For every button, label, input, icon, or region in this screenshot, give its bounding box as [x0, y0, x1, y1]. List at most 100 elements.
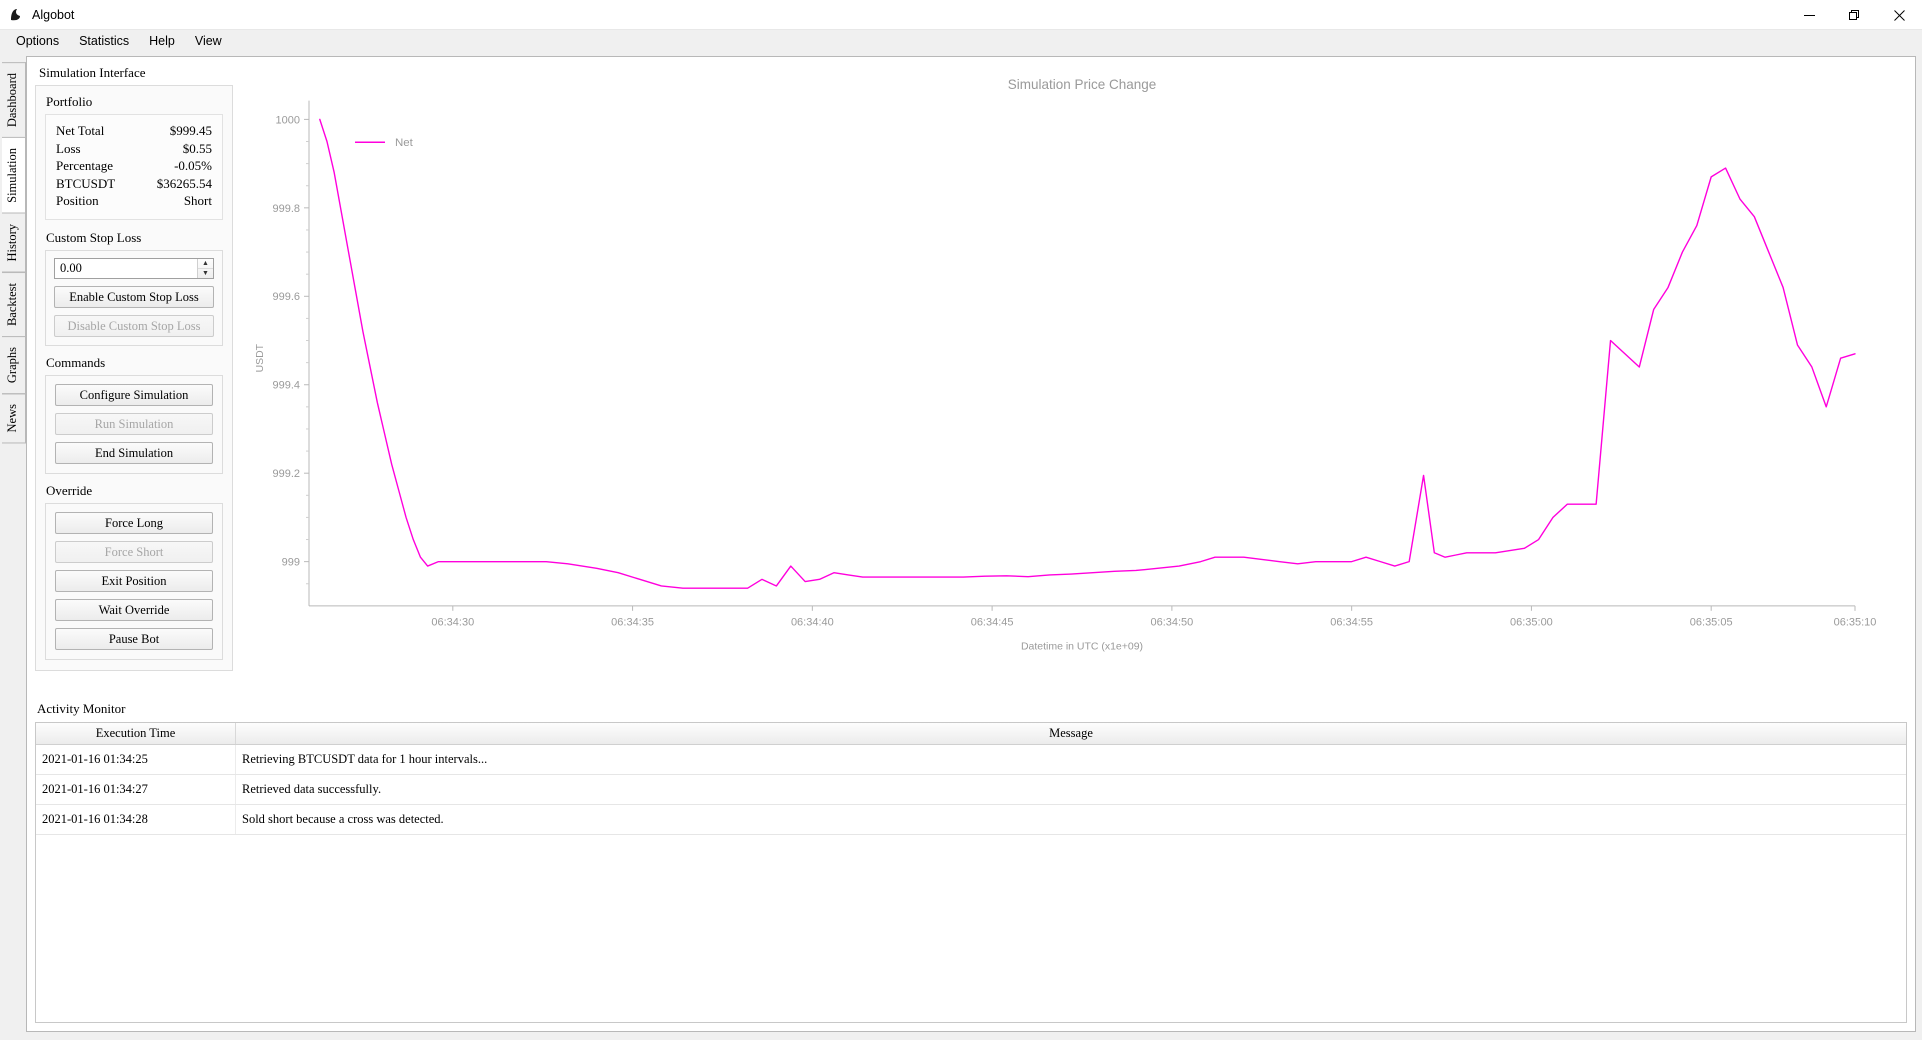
x-axis-label: Datetime in UTC (x1e+09): [1021, 641, 1143, 652]
enable-custom-stop-loss-button[interactable]: Enable Custom Stop Loss: [54, 286, 214, 308]
y-tick-label: 999.6: [272, 291, 300, 303]
simulation-interface-panel: Portfolio Net Total $999.45 Loss $0.55 P…: [35, 85, 233, 671]
simulation-price-chart[interactable]: Simulation Price Change 999 999.2 999.4 999.…: [247, 63, 1907, 697]
portfolio-row-position: Position Short: [56, 192, 212, 210]
legend-label: Net: [395, 137, 414, 149]
minimize-button[interactable]: [1787, 0, 1832, 30]
column-header-message[interactable]: Message: [236, 723, 1906, 744]
exit-position-button[interactable]: Exit Position: [55, 570, 213, 592]
y-axis-label: USDT: [255, 343, 266, 372]
stepper-up-icon[interactable]: ▲: [198, 259, 213, 269]
x-tick-label: 06:34:35: [611, 617, 654, 629]
disable-custom-stop-loss-button[interactable]: Disable Custom Stop Loss: [54, 315, 214, 337]
activity-table-body: 2021-01-16 01:34:25 Retrieving BTCUSDT d…: [36, 745, 1906, 1022]
portfolio-row-percentage: Percentage -0.05%: [56, 157, 212, 175]
portfolio-value-net-total: $999.45: [170, 122, 212, 140]
pause-bot-button[interactable]: Pause Bot: [55, 628, 213, 650]
portfolio-row-loss: Loss $0.55: [56, 140, 212, 158]
y-tick-label: 999.4: [272, 380, 300, 392]
run-simulation-button[interactable]: Run Simulation: [55, 413, 213, 435]
x-tick-label: 06:34:45: [971, 617, 1014, 629]
menu-help[interactable]: Help: [139, 32, 185, 50]
cell-message: Sold short because a cross was detected.: [236, 805, 1906, 834]
activity-monitor-title: Activity Monitor: [37, 701, 1907, 717]
chart-canvas[interactable]: Simulation Price Change 999 999.2 999.4 999.…: [247, 63, 1907, 697]
sidebar-item-backtest[interactable]: Backtest: [2, 272, 26, 337]
portfolio-value-loss: $0.55: [183, 140, 212, 158]
main-area: Dashboard Simulation History Backtest Gr…: [0, 52, 1922, 1040]
column-header-execution-time[interactable]: Execution Time: [36, 723, 236, 744]
portfolio-title: Portfolio: [45, 94, 223, 110]
custom-stop-loss-title: Custom Stop Loss: [45, 230, 223, 246]
simulation-interface-title: Simulation Interface: [39, 65, 241, 81]
y-tick-label: 1000: [276, 114, 300, 126]
content-upper: Simulation Interface Portfolio Net Total…: [27, 57, 1915, 697]
stepper-down-icon[interactable]: ▼: [198, 269, 213, 278]
portfolio-value-percentage: -0.05%: [174, 157, 212, 175]
override-title: Override: [45, 483, 223, 499]
cell-message: Retrieved data successfully.: [236, 775, 1906, 804]
wait-override-button[interactable]: Wait Override: [55, 599, 213, 621]
simulation-tab-panel: Simulation Interface Portfolio Net Total…: [26, 56, 1916, 1032]
table-row[interactable]: 2021-01-16 01:34:27 Retrieved data succe…: [36, 775, 1906, 805]
sidebar-item-history[interactable]: History: [2, 213, 26, 273]
cell-execution-time: 2021-01-16 01:34:28: [36, 805, 236, 834]
close-button[interactable]: [1877, 0, 1922, 30]
x-tick-label: 06:35:10: [1834, 617, 1877, 629]
configure-simulation-button[interactable]: Configure Simulation: [55, 384, 213, 406]
activity-table-header: Execution Time Message: [36, 723, 1906, 745]
force-long-button[interactable]: Force Long: [55, 512, 213, 534]
menu-statistics[interactable]: Statistics: [69, 32, 139, 50]
menu-bar: Options Statistics Help View: [0, 30, 1922, 52]
title-bar: Algobot: [0, 0, 1922, 30]
x-tick-label: 06:35:05: [1690, 617, 1733, 629]
custom-stop-loss-stepper[interactable]: 0.00 ▲ ▼: [54, 258, 214, 279]
y-tick-label: 999: [282, 557, 300, 569]
cell-execution-time: 2021-01-16 01:34:25: [36, 745, 236, 774]
sidebar-item-dashboard[interactable]: Dashboard: [2, 62, 26, 138]
table-row[interactable]: 2021-01-16 01:34:28 Sold short because a…: [36, 805, 1906, 835]
force-short-button[interactable]: Force Short: [55, 541, 213, 563]
activity-monitor-table: Execution Time Message 2021-01-16 01:34:…: [35, 722, 1907, 1023]
series-line-net: [320, 119, 1855, 588]
maximize-restore-button[interactable]: [1832, 0, 1877, 30]
y-tick-label: 999.2: [272, 468, 300, 480]
table-row[interactable]: 2021-01-16 01:34:25 Retrieving BTCUSDT d…: [36, 745, 1906, 775]
cell-execution-time: 2021-01-16 01:34:27: [36, 775, 236, 804]
sidebar-item-graphs[interactable]: Graphs: [2, 336, 26, 394]
commands-title: Commands: [45, 355, 223, 371]
portfolio-value-btcusdt: $36265.54: [157, 175, 212, 193]
sidebar-item-simulation[interactable]: Simulation: [2, 137, 26, 214]
y-tick-label: 999.8: [272, 203, 300, 215]
end-simulation-button[interactable]: End Simulation: [55, 442, 213, 464]
sidebar-item-news[interactable]: News: [2, 393, 26, 443]
simulation-interface-column: Simulation Interface Portfolio Net Total…: [35, 63, 241, 697]
cell-message: Retrieving BTCUSDT data for 1 hour inter…: [236, 745, 1906, 774]
portfolio-value-position: Short: [184, 192, 212, 210]
portfolio-label-btcusdt: BTCUSDT: [56, 175, 115, 193]
portfolio-label-position: Position: [56, 192, 99, 210]
custom-stop-loss-input[interactable]: 0.00: [55, 259, 197, 278]
portfolio-row-btcusdt: BTCUSDT $36265.54: [56, 175, 212, 193]
portfolio-label-percentage: Percentage: [56, 157, 113, 175]
x-tick-label: 06:34:40: [791, 617, 834, 629]
app-logo-icon: [8, 7, 24, 23]
portfolio-label-loss: Loss: [56, 140, 81, 158]
override-box: Force Long Force Short Exit Position Wai…: [45, 503, 223, 660]
portfolio-label-net-total: Net Total: [56, 122, 104, 140]
x-tick-label: 06:35:00: [1510, 617, 1553, 629]
x-tick-label: 06:34:30: [431, 617, 474, 629]
window-title: Algobot: [32, 8, 74, 22]
menu-view[interactable]: View: [185, 32, 232, 50]
x-tick-label: 06:34:50: [1150, 617, 1193, 629]
portfolio-row-net-total: Net Total $999.45: [56, 122, 212, 140]
portfolio-box: Net Total $999.45 Loss $0.55 Percentage …: [45, 114, 223, 220]
sidebar-tabstrip: Dashboard Simulation History Backtest Gr…: [2, 56, 26, 1032]
menu-options[interactable]: Options: [6, 32, 69, 50]
commands-box: Configure Simulation Run Simulation End …: [45, 375, 223, 474]
activity-monitor: Activity Monitor Execution Time Message …: [27, 697, 1915, 1031]
x-tick-label: 06:34:55: [1330, 617, 1373, 629]
chart-title: Simulation Price Change: [1008, 77, 1156, 92]
window-controls: [1787, 0, 1922, 30]
stepper-buttons: ▲ ▼: [197, 259, 213, 278]
